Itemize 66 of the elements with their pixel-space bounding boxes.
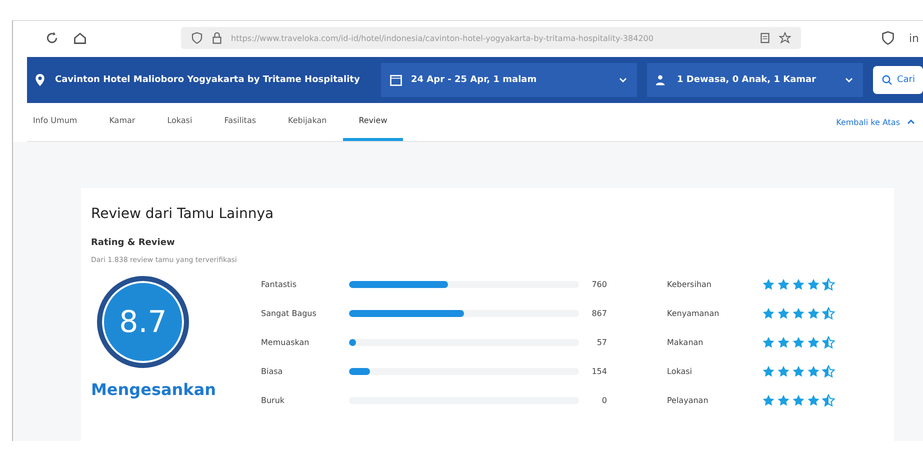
lock-icon [211, 32, 223, 44]
star-icon [777, 278, 790, 291]
home-icon[interactable] [73, 31, 87, 45]
rating-label: Buruk [261, 396, 286, 405]
bookmark-star-icon[interactable] [779, 32, 791, 44]
half-star-icon [822, 278, 835, 291]
star-icon [762, 307, 775, 320]
star-icon [792, 365, 805, 378]
location-pin-icon [33, 73, 47, 87]
score-badge: 8.7 [97, 276, 189, 368]
rating-label: Fantastis [261, 280, 298, 289]
star-icon [807, 336, 820, 349]
guest-field[interactable]: 1 Dewasa, 0 Anak, 1 Kamar [647, 63, 863, 97]
rating-count: 760 [590, 280, 607, 289]
aspect-label: Makanan [667, 338, 704, 347]
star-icon [792, 336, 805, 349]
extension-label[interactable]: in [908, 32, 923, 44]
hotel-field[interactable]: Cavinton Hotel Malioboro Yogyakarta by Tritame Hospitality [33, 63, 371, 97]
rating-count: 154 [590, 367, 607, 376]
star-icon [762, 336, 775, 349]
url-text: https://www.traveloka.com/id-id/hotel/indonesia/cavinton-hotel-yogyakarta-by-tritama-hospitality-384200 [231, 34, 654, 42]
nav-tab[interactable]: Lokasi [151, 103, 208, 141]
star-icon [792, 278, 805, 291]
rating-count: 57 [596, 338, 607, 347]
star-icon [777, 307, 790, 320]
half-star-icon [822, 307, 835, 320]
aspect-label: Kenyamanan [667, 309, 720, 318]
star-icon [807, 278, 820, 291]
shield-icon [191, 32, 203, 44]
calendar-icon [389, 73, 403, 87]
star-icon [792, 307, 805, 320]
date-field[interactable]: 24 Apr - 25 Apr, 1 malam [381, 63, 637, 97]
half-star-icon [822, 394, 835, 407]
rating-label: Biasa [261, 367, 284, 376]
star-icon [762, 365, 775, 378]
search-icon [881, 74, 893, 86]
star-icon [762, 278, 775, 291]
star-icon [807, 307, 820, 320]
aspect-label: Pelayanan [667, 396, 710, 405]
star-icon [807, 365, 820, 378]
aspect-label: Lokasi [667, 367, 693, 376]
rating-count: 0 [600, 396, 607, 405]
back-to-top-link[interactable]: Kembali ke Atas [836, 116, 923, 128]
nav-tab[interactable]: Fasilitas [208, 103, 272, 141]
rating-label: Memuaskan [261, 338, 310, 347]
nav-tab[interactable]: Kebijakan [272, 103, 343, 141]
score-verdict: Mengesankan [91, 380, 216, 399]
search-button[interactable]: Cari [873, 66, 923, 94]
star-icon [777, 394, 790, 407]
star-icon [777, 336, 790, 349]
half-star-icon [822, 336, 835, 349]
aspect-label: Kebersihan [667, 280, 712, 289]
half-star-icon [822, 365, 835, 378]
nav-tab[interactable]: Kamar [93, 103, 152, 141]
section-title: Review dari Tamu Lainnya [91, 206, 275, 222]
star-icon [792, 394, 805, 407]
rating-label: Sangat Bagus [261, 309, 318, 318]
star-icon [762, 394, 775, 407]
nav-tab[interactable]: Info Umum [27, 103, 94, 141]
reader-icon[interactable] [759, 32, 771, 44]
star-icon [807, 394, 820, 407]
reload-icon[interactable] [45, 31, 59, 45]
section-subtitle: Rating & Review [91, 238, 176, 248]
rating-count: 867 [590, 309, 607, 318]
shield-icon[interactable] [880, 31, 895, 45]
star-icon [777, 365, 790, 378]
